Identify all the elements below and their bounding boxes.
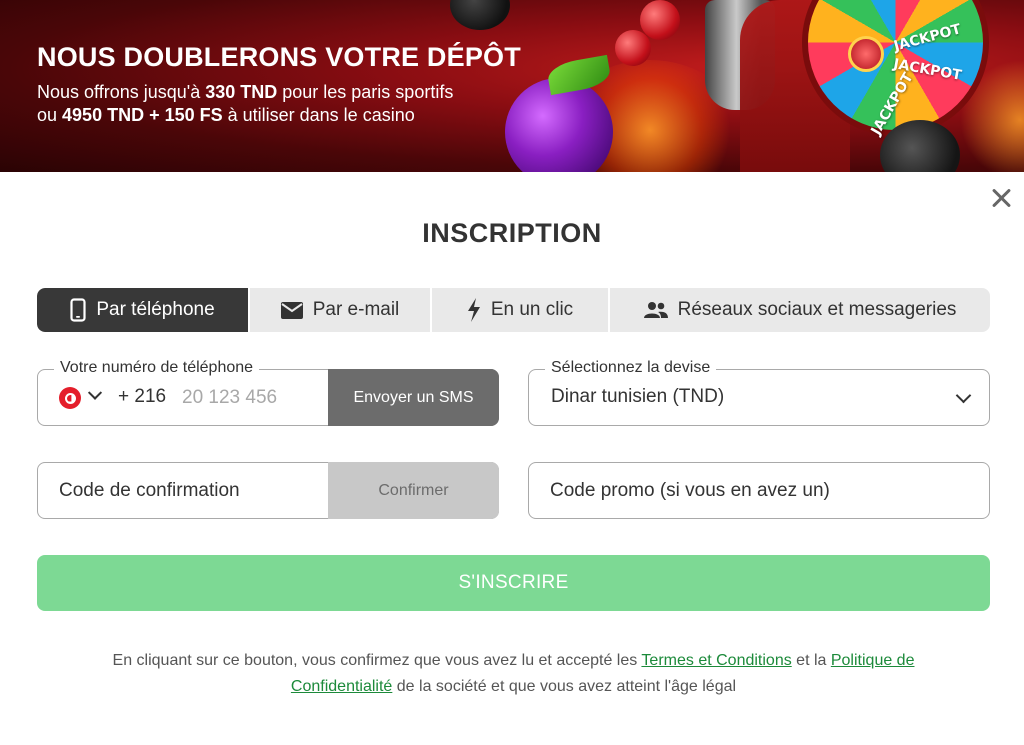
registration-method-tabs: Par téléphone Par e-mail En un clic Rése… bbox=[37, 288, 990, 332]
tab-label: Par e-mail bbox=[312, 299, 400, 320]
send-sms-button[interactable]: Envoyer un SMS bbox=[328, 369, 499, 426]
legal-notice: En cliquant sur ce bouton, vous confirme… bbox=[60, 648, 967, 700]
banner-casino-offer: ou 4950 TND + 150 FS à utiliser dans le … bbox=[37, 105, 415, 126]
banner-amount: 4950 TND + 150 FS bbox=[62, 105, 223, 125]
chevron-down-icon bbox=[955, 387, 972, 404]
envelope-icon bbox=[280, 301, 303, 319]
tab-one-click[interactable]: En un clic bbox=[432, 288, 610, 332]
banner-sports-offer: Nous offrons jusqu'à 330 TND pour les pa… bbox=[37, 82, 453, 103]
modal-title: INSCRIPTION bbox=[422, 218, 602, 248]
tab-email[interactable]: Par e-mail bbox=[250, 288, 432, 332]
tab-phone[interactable]: Par téléphone bbox=[37, 288, 250, 332]
confirmation-code-input[interactable] bbox=[59, 473, 329, 509]
legal-text: et la bbox=[791, 652, 831, 669]
legal-text: de la société et que vous avez atteint l… bbox=[392, 678, 737, 695]
promo-code-field bbox=[528, 462, 990, 519]
banner-amount: 330 TND bbox=[205, 82, 278, 102]
register-button[interactable]: S'INSCRIRE bbox=[37, 555, 990, 611]
confirmation-code-field: Confirmer bbox=[37, 462, 499, 519]
banner-text: Nous offrons jusqu'à bbox=[37, 82, 206, 102]
chevron-down-icon[interactable] bbox=[87, 385, 103, 400]
phone-input[interactable] bbox=[182, 380, 322, 416]
currency-field-label: Sélectionnez la devise bbox=[545, 359, 717, 377]
tab-label: Par téléphone bbox=[96, 299, 215, 320]
lightning-icon bbox=[467, 298, 481, 322]
promo-code-input[interactable] bbox=[550, 473, 970, 509]
tab-social-messengers[interactable]: Réseaux sociaux et messageries bbox=[610, 288, 990, 332]
wheel-hub bbox=[848, 36, 884, 72]
currency-select[interactable]: Sélectionnez la devise Dinar tunisien (T… bbox=[528, 359, 990, 426]
banner-text: ou bbox=[37, 105, 63, 125]
banner-title: NOUS DOUBLERONS VOTRE DÉPÔT bbox=[37, 42, 521, 72]
cherry-icon bbox=[640, 0, 680, 40]
phone-number-field: Votre numéro de téléphone + 216 Envoyer … bbox=[37, 359, 499, 426]
terms-link[interactable]: Termes et Conditions bbox=[641, 652, 791, 669]
users-icon bbox=[643, 301, 668, 319]
promo-banner: JACKPOT JACKPOT JACKPOT NOUS DOUBLERONS … bbox=[0, 0, 1024, 172]
banner-text: pour les paris sportifs bbox=[277, 82, 454, 102]
close-icon[interactable] bbox=[988, 185, 1014, 211]
tab-label: Réseaux sociaux et messageries bbox=[677, 299, 957, 320]
cherry-icon bbox=[615, 30, 651, 66]
decorative-ball bbox=[450, 0, 510, 30]
currency-value: Dinar tunisien (TND) bbox=[551, 386, 725, 407]
banner-text: à utiliser dans le casino bbox=[222, 105, 415, 125]
phone-field-label: Votre numéro de téléphone bbox=[54, 359, 260, 377]
dial-code: + 216 bbox=[118, 386, 167, 407]
tunisia-flag-icon[interactable] bbox=[59, 387, 81, 409]
smartphone-icon bbox=[70, 298, 86, 322]
confirm-button[interactable]: Confirmer bbox=[328, 462, 499, 519]
legal-text: En cliquant sur ce bouton, vous confirme… bbox=[112, 652, 642, 669]
tab-label: En un clic bbox=[490, 299, 574, 320]
